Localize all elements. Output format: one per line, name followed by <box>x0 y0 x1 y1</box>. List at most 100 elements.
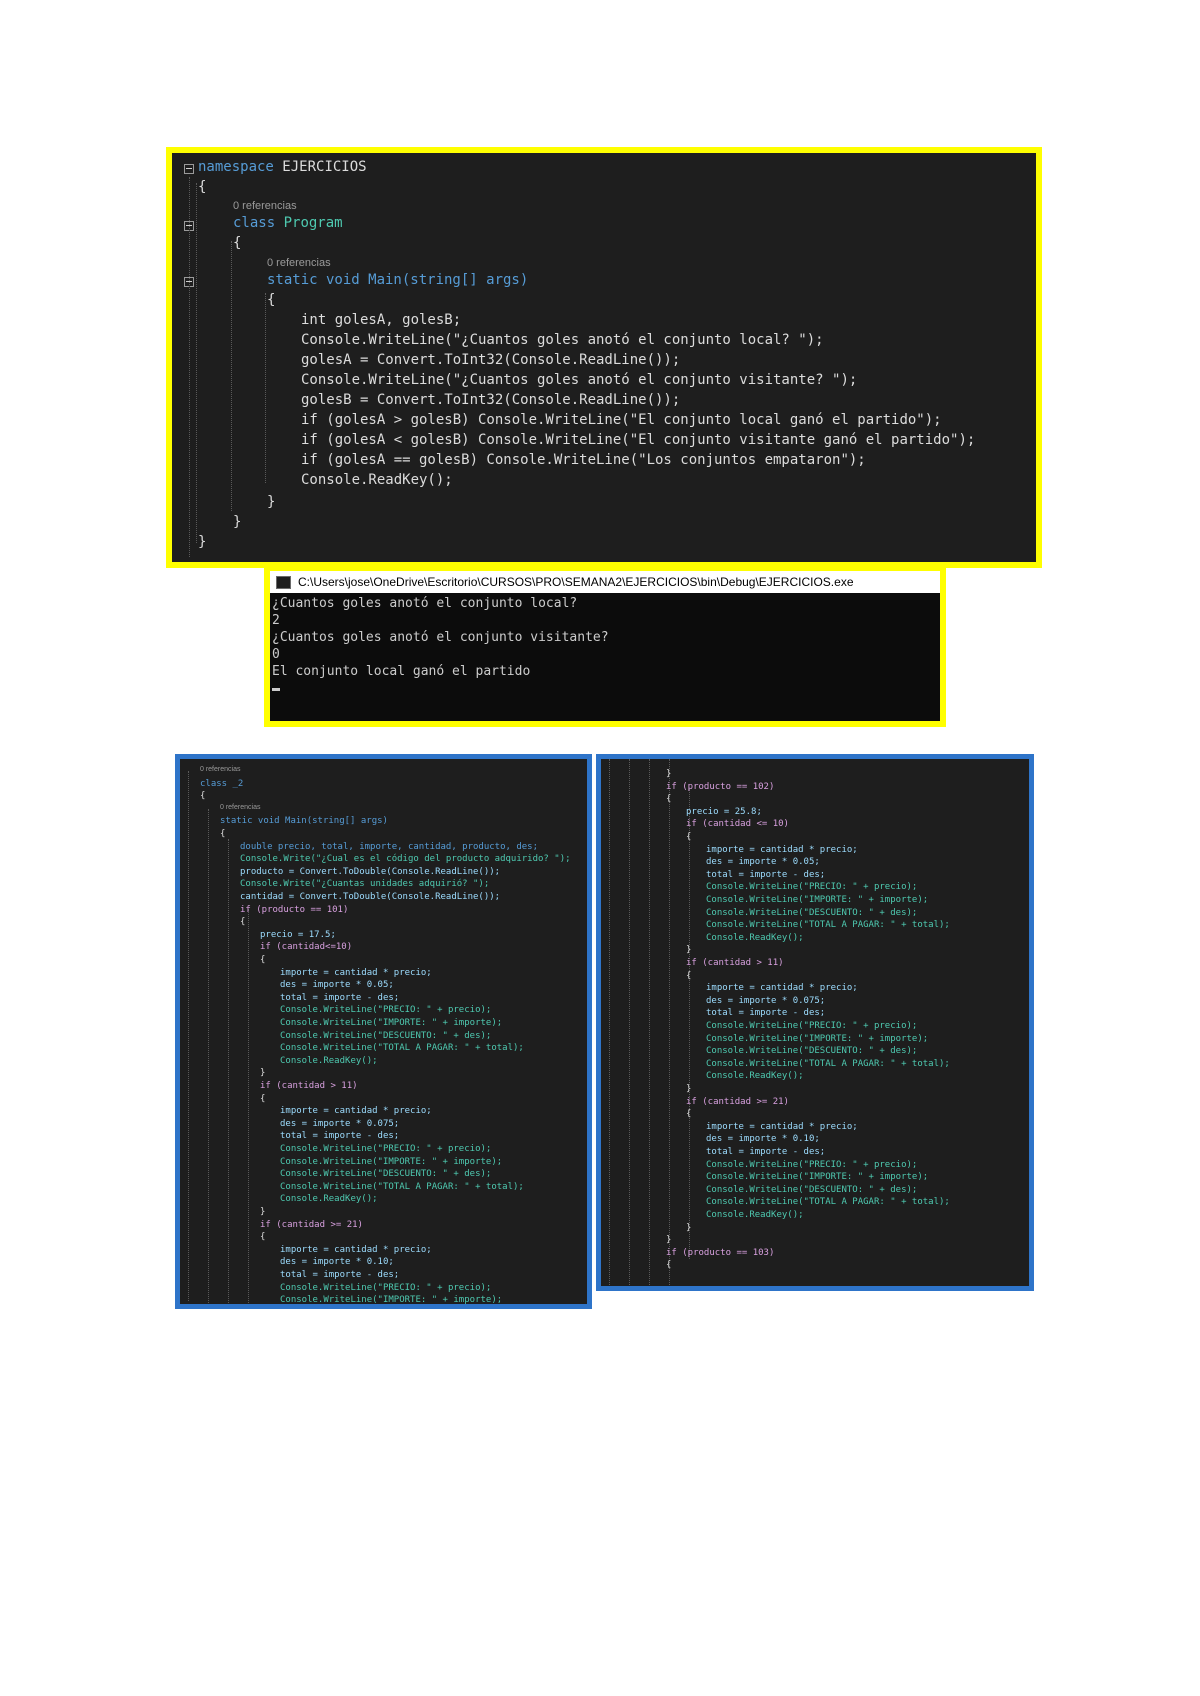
code-line: if (cantidad >= 21) <box>686 1096 789 1107</box>
console-line: ¿Cuantos goles anotó el conjunto visitan… <box>272 630 609 645</box>
code-line: } <box>260 1207 266 1217</box>
code-line: { <box>260 1232 266 1243</box>
code-line: importe = cantidad * precio; <box>706 983 858 994</box>
code-line: golesA = Convert.ToInt32(Console.ReadLin… <box>301 352 681 368</box>
console-app-icon <box>276 575 291 589</box>
indent-guide <box>188 771 189 1301</box>
code-line: { <box>686 970 692 981</box>
brace: { <box>198 179 207 195</box>
code-line-class: class Program <box>233 215 343 231</box>
code-line: if (producto == 102) <box>666 781 775 792</box>
code-line: Console.WriteLine("PRECIO: " + precio); <box>280 1005 492 1016</box>
code-line: Console.WriteLine("PRECIO: " + precio); <box>706 1159 918 1170</box>
code-line: } <box>666 1235 672 1246</box>
console-title: C:\Users\jose\OneDrive\Escritorio\CURSOS… <box>298 575 854 589</box>
references-codelens[interactable]: 0 referencias <box>233 200 297 212</box>
code-line: Console.WriteLine("IMPORTE: " + importe)… <box>706 1033 929 1044</box>
code-line: des = importe * 0.05; <box>706 857 820 868</box>
code-line: if (golesA < golesB) Console.WriteLine("… <box>301 432 976 448</box>
code-line: if (cantidad<=10) <box>260 942 353 953</box>
code-line: if (producto == 101) <box>240 904 349 915</box>
code-line: Console.WriteLine("TOTAL A PAGAR: " + to… <box>280 1043 524 1054</box>
code-line: total = importe - des; <box>280 1270 400 1280</box>
indent-guide <box>228 839 229 1304</box>
code-line: double precio, total, importe, cantidad,… <box>240 841 539 852</box>
indent-guide <box>189 177 190 557</box>
brace: { <box>267 292 276 308</box>
code-line: Console.ReadKey(); <box>280 1055 378 1066</box>
console-line: 2 <box>272 613 280 628</box>
code-line: } <box>666 769 672 779</box>
code-line: Console.WriteLine("PRECIO: " + precio); <box>280 1144 492 1154</box>
code-line: Console.WriteLine("IMPORTE: " + importe)… <box>280 1156 503 1167</box>
code-line: { <box>260 1093 266 1104</box>
indent-guide <box>649 759 650 1286</box>
indent-guide <box>208 809 209 1304</box>
code-line: importe = cantidad * precio; <box>280 1106 432 1117</box>
code-line: des = importe * 0.10; <box>706 1134 820 1145</box>
code-line: Console.WriteLine("IMPORTE: " + importe)… <box>280 1295 503 1306</box>
code-line: Console.Write("¿Cual es el código del pr… <box>240 854 571 865</box>
code-line: Console.WriteLine("TOTAL A PAGAR: " + to… <box>706 920 950 931</box>
code-line: precio = 17.5; <box>260 929 336 940</box>
code-line: if (golesA > golesB) Console.WriteLine("… <box>301 412 942 428</box>
code-line: importe = cantidad * precio; <box>280 967 432 978</box>
code-line: } <box>686 1084 692 1094</box>
code-line: total = importe - des; <box>706 869 826 880</box>
code-line: Console.WriteLine("TOTAL A PAGAR: " + to… <box>280 1181 524 1192</box>
collapse-namespace-icon[interactable] <box>184 164 194 174</box>
references-codelens[interactable]: 0 referencias <box>267 257 331 269</box>
console-line: El conjunto local ganó el partido <box>272 664 531 679</box>
code-line: Console.ReadKey(); <box>706 1071 804 1082</box>
code-line: total = importe - des; <box>280 992 400 1003</box>
code-line: if (cantidad > 11) <box>686 958 784 968</box>
code-line: importe = cantidad * precio; <box>706 844 858 855</box>
code-line-namespace: namespace EJERCICIOS <box>198 159 367 175</box>
code-line: { <box>220 829 226 839</box>
code-line: Console.Write("¿Cuantas unidades adquiri… <box>240 879 490 890</box>
references-codelens[interactable]: 0 referencias <box>220 804 260 811</box>
code-line: int golesA, golesB; <box>301 312 462 328</box>
console-cursor <box>272 688 280 691</box>
code-line: Console.WriteLine("TOTAL A PAGAR: " + to… <box>706 1197 950 1208</box>
code-line: Console.ReadKey(); <box>706 932 804 943</box>
code-editor-class2: 0 referencias class _2 {0 referencias stati… <box>175 754 592 1309</box>
indent-guide <box>248 909 249 1304</box>
code-line: Console.WriteLine("PRECIO: " + precio); <box>706 1021 918 1031</box>
code-line: des = importe * 0.075; <box>280 1118 400 1129</box>
code-editor-continuation: } if (producto == 102) {precio = 25.8; if (… <box>596 754 1034 1291</box>
code-line: if (cantidad >= 21) <box>260 1219 363 1230</box>
code-line: des = importe * 0.075; <box>706 995 826 1006</box>
code-line: Console.ReadKey(); <box>706 1210 804 1220</box>
code-line: { <box>260 955 266 965</box>
code-line: Console.ReadKey(); <box>301 472 453 488</box>
code-line: Console.WriteLine("¿Cuantos goles anotó … <box>301 372 858 388</box>
references-codelens[interactable]: 0 referencias <box>200 766 240 773</box>
code-line: Console.WriteLine("TOTAL A PAGAR: " + to… <box>706 1058 950 1069</box>
code-line: importe = cantidad * precio; <box>280 1244 432 1255</box>
code-line: total = importe - des; <box>706 1008 826 1019</box>
console-line: 0 <box>272 647 280 662</box>
code-line: Console.WriteLine("IMPORTE: " + importe)… <box>280 1018 503 1028</box>
code-line: { <box>200 791 206 802</box>
code-line: Console.WriteLine("DESCUENTO: " + des); <box>280 1030 492 1041</box>
code-line: golesB = Convert.ToInt32(Console.ReadLin… <box>301 392 681 408</box>
code-line: class _2 <box>200 778 244 789</box>
code-line: Console.WriteLine("DESCUENTO: " + des); <box>280 1169 492 1180</box>
indent-guide <box>196 183 197 543</box>
code-line: producto = Convert.ToDouble(Console.Read… <box>240 866 501 877</box>
code-line: { <box>666 794 672 805</box>
code-line: { <box>666 1260 672 1271</box>
code-line: { <box>686 1109 692 1120</box>
console-title-bar[interactable]: C:\Users\jose\OneDrive\Escritorio\CURSOS… <box>270 571 940 593</box>
code-line-main: static void Main(string[] args) <box>267 272 529 288</box>
code-line: Console.WriteLine("DESCUENTO: " + des); <box>706 1046 918 1057</box>
indent-guide <box>265 293 266 483</box>
code-editor-program: namespace EJERCICIOS { 0 referencias cla… <box>166 147 1042 568</box>
code-line: Console.WriteLine("DESCUENTO: " + des); <box>706 907 918 918</box>
brace: } <box>267 494 276 510</box>
console-line: ¿Cuantos goles anotó el conjunto local? <box>272 596 578 611</box>
code-line: static void Main(string[] args) <box>220 816 388 827</box>
code-line: if (cantidad > 11) <box>260 1081 358 1091</box>
brace: } <box>198 534 207 550</box>
